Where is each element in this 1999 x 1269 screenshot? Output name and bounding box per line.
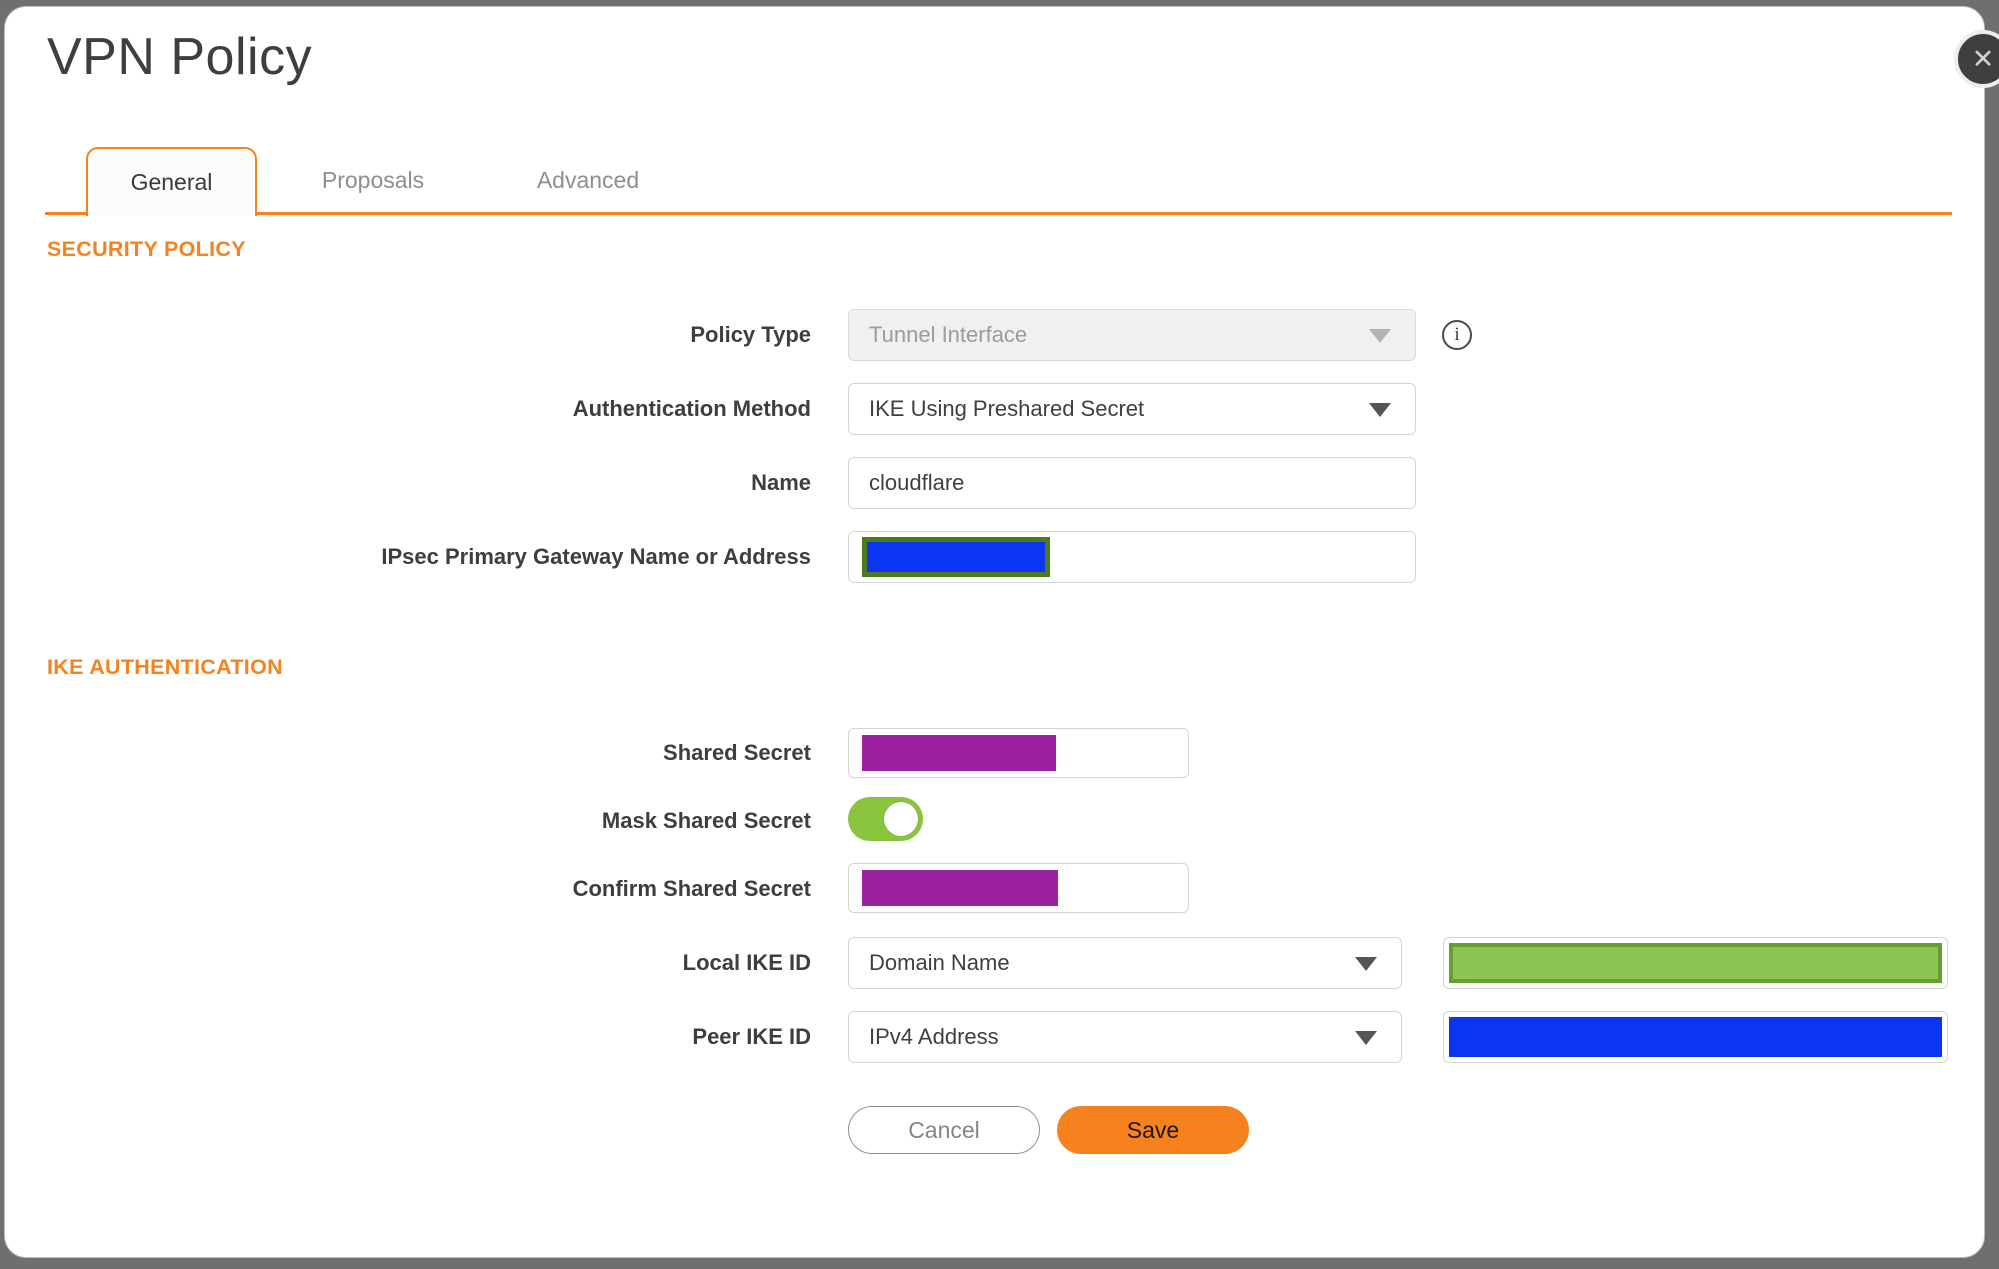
policy-type-value: Tunnel Interface	[869, 322, 1028, 347]
local-ike-id-redaction-box	[1449, 943, 1942, 983]
name-label: Name	[751, 470, 811, 495]
chevron-down-icon	[1355, 1031, 1377, 1045]
tab-proposals[interactable]: Proposals	[288, 147, 458, 213]
tab-general-label: General	[130, 169, 213, 195]
tab-advanced[interactable]: Advanced	[503, 147, 673, 213]
shared-secret-redaction-box	[862, 735, 1056, 771]
peer-ike-id-value: IPv4 Address	[869, 1024, 999, 1049]
toggle-knob	[883, 801, 919, 837]
vpn-policy-dialog: VPN Policy General Proposals Advanced SE…	[4, 6, 1985, 1258]
authentication-method-value: IKE Using Preshared Secret	[869, 396, 1145, 421]
shared-secret-label: Shared Secret	[663, 740, 811, 765]
local-ike-id-select[interactable]: Domain Name	[848, 937, 1402, 989]
chevron-down-icon	[1369, 403, 1391, 417]
info-icon-glyph: i	[1454, 324, 1460, 345]
peer-ike-id-select[interactable]: IPv4 Address	[848, 1011, 1402, 1063]
confirm-shared-secret-label: Confirm Shared Secret	[572, 876, 811, 901]
info-icon[interactable]: i	[1442, 320, 1472, 350]
gateway-redaction-box	[862, 537, 1050, 577]
policy-type-label: Policy Type	[690, 322, 811, 347]
chevron-down-icon	[1369, 329, 1391, 343]
name-input[interactable]: cloudflare	[848, 457, 1416, 509]
mask-shared-secret-toggle[interactable]	[848, 797, 923, 841]
chevron-down-icon	[1355, 957, 1377, 971]
gateway-label: IPsec Primary Gateway Name or Address	[381, 544, 811, 569]
local-ike-id-value: Domain Name	[869, 950, 1010, 975]
cancel-button-label: Cancel	[908, 1116, 980, 1143]
save-button[interactable]: Save	[1057, 1106, 1249, 1154]
peer-ike-id-label: Peer IKE ID	[692, 1024, 811, 1049]
cancel-button[interactable]: Cancel	[848, 1106, 1040, 1154]
name-input-value: cloudflare	[869, 470, 965, 495]
authentication-method-label: Authentication Method	[572, 396, 811, 421]
authentication-method-select[interactable]: IKE Using Preshared Secret	[848, 383, 1416, 435]
confirm-shared-secret-redaction-box	[862, 870, 1058, 906]
tab-general[interactable]: General	[86, 147, 257, 216]
save-button-label: Save	[1126, 1116, 1180, 1143]
policy-type-select: Tunnel Interface	[848, 309, 1416, 361]
dialog-title: VPN Policy	[47, 28, 313, 86]
close-icon: ✕	[1971, 43, 1995, 74]
section-heading-security-policy: SECURITY POLICY	[47, 237, 246, 261]
section-heading-ike-authentication: IKE AUTHENTICATION	[47, 655, 283, 679]
tab-proposals-label: Proposals	[321, 166, 425, 193]
tab-advanced-label: Advanced	[536, 166, 640, 193]
peer-ike-id-redaction-box	[1449, 1017, 1942, 1057]
local-ike-id-label: Local IKE ID	[682, 950, 811, 975]
mask-shared-secret-label: Mask Shared Secret	[601, 808, 811, 833]
